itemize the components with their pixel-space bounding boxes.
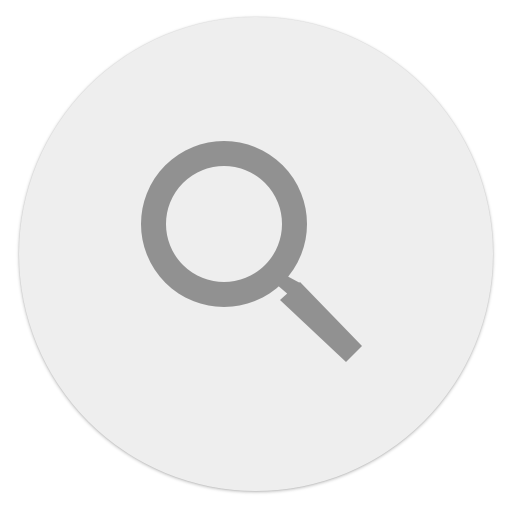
search-button[interactable] (19, 17, 493, 491)
search-widget (0, 0, 512, 512)
